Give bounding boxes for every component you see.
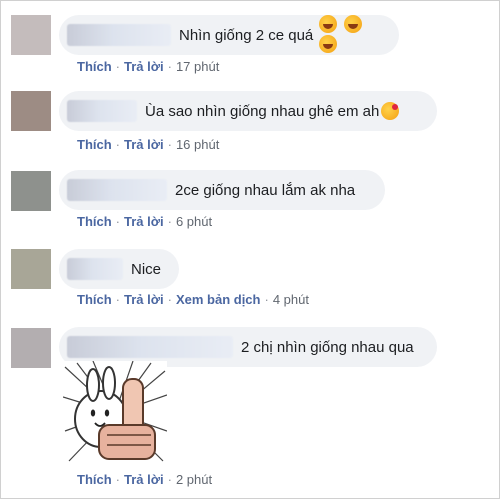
reply-link[interactable]: Trả lời — [124, 214, 164, 229]
see-translation-link[interactable]: Xem bản dịch — [176, 292, 261, 307]
comment-actions: Thích · Trả lời · 2 phút — [77, 472, 213, 487]
avatar[interactable] — [11, 15, 51, 55]
commenter-name-blurred[interactable] — [67, 24, 171, 46]
comment-bubble: Ùa sao nhìn giống nhau ghê em ah — [59, 91, 437, 131]
comment-thread: Nhìn giống 2 ce quá Thích · Trả lời · 17 phú… — [0, 0, 500, 499]
avatar[interactable] — [11, 171, 51, 211]
like-link[interactable]: Thích — [77, 472, 112, 487]
commenter-name-blurred[interactable] — [67, 336, 233, 358]
comment-actions: Thích · Trả lời · 17 phút — [77, 59, 220, 74]
comment-actions: Thích · Trả lời · Xem bản dịch · 4 phút — [77, 292, 309, 307]
timestamp[interactable]: 16 phút — [176, 137, 219, 152]
comment-bubble: 2ce giống nhau lắm ak nha — [59, 170, 385, 210]
comment-text: Ùa sao nhìn giống nhau ghê em ah — [145, 102, 380, 120]
reply-link[interactable]: Trả lời — [124, 137, 164, 152]
face-blowing-a-kiss-icon — [381, 102, 400, 120]
comment-text: 2ce giống nhau lắm ak nha — [175, 181, 356, 199]
timestamp[interactable]: 4 phút — [273, 292, 309, 307]
bunny-thumbs-up-sticker[interactable] — [63, 361, 167, 465]
sticker-image — [63, 361, 167, 462]
like-link[interactable]: Thích — [77, 214, 112, 229]
timestamp[interactable]: 17 phút — [176, 59, 219, 74]
reply-link[interactable]: Trả lời — [124, 59, 164, 74]
like-link[interactable]: Thích — [77, 137, 112, 152]
rolling-on-floor-laughing-icon — [343, 15, 362, 33]
rolling-on-floor-laughing-icon — [319, 15, 338, 33]
reply-link[interactable]: Trả lời — [124, 292, 164, 307]
comment-actions: Thích · Trả lời · 16 phút — [77, 137, 220, 152]
rolling-on-floor-laughing-icon — [319, 35, 338, 53]
commenter-name-blurred[interactable] — [67, 179, 167, 201]
avatar[interactable] — [11, 328, 51, 368]
timestamp[interactable]: 6 phút — [176, 214, 212, 229]
comment-bubble: Nice — [59, 249, 179, 289]
avatar[interactable] — [11, 249, 51, 289]
comment-bubble: Nhìn giống 2 ce quá — [59, 15, 399, 55]
like-link[interactable]: Thích — [77, 292, 112, 307]
comment-actions: Thích · Trả lời · 6 phút — [77, 214, 213, 229]
comment-text: Nice — [131, 260, 162, 278]
like-link[interactable]: Thích — [77, 59, 112, 74]
reply-link[interactable]: Trả lời — [124, 472, 164, 487]
comment-text: 2 chị nhìn giống nhau qua — [241, 338, 414, 356]
commenter-name-blurred[interactable] — [67, 100, 137, 122]
comment-text: Nhìn giống 2 ce quá — [179, 26, 314, 44]
avatar[interactable] — [11, 91, 51, 131]
commenter-name-blurred[interactable] — [67, 258, 123, 280]
timestamp[interactable]: 2 phút — [176, 472, 212, 487]
